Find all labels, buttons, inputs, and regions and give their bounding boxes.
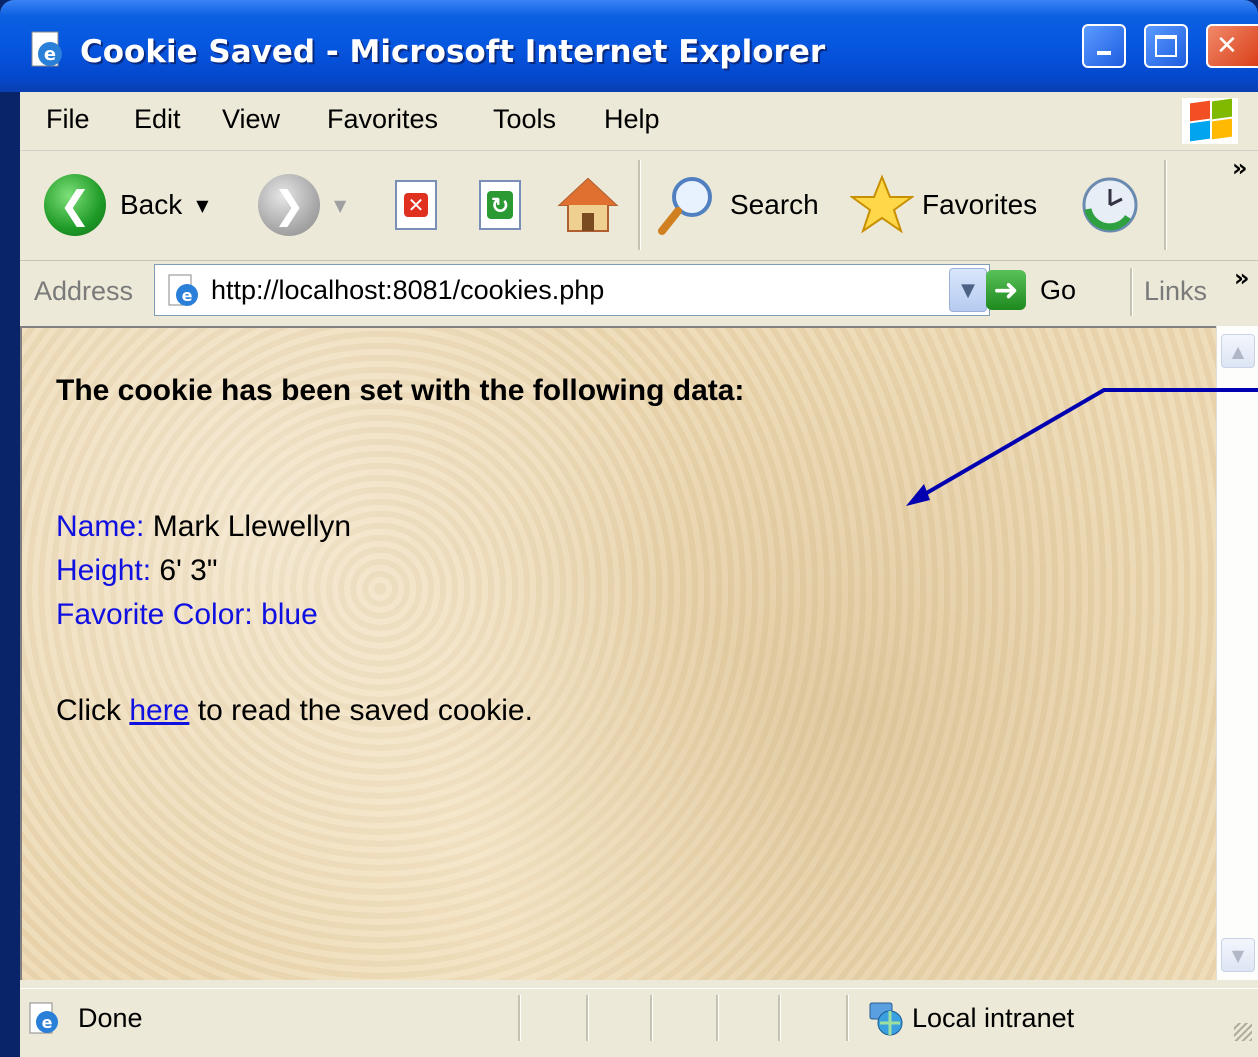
height-label: Height:: [56, 554, 152, 587]
address-separator: [1130, 268, 1133, 316]
local-intranet-icon: [869, 1002, 903, 1036]
status-text: Done: [78, 1003, 143, 1033]
address-dropdown-icon[interactable]: ▼: [949, 268, 987, 312]
scroll-down-icon[interactable]: ▼: [1221, 938, 1255, 972]
menu-view[interactable]: View: [222, 104, 280, 135]
address-label: Address: [34, 276, 134, 306]
window-title: Cookie Saved - Microsoft Internet Explor…: [80, 34, 826, 70]
ie-page-icon: e: [168, 274, 198, 306]
history-button[interactable]: [1078, 150, 1142, 260]
status-separator: [650, 995, 653, 1041]
links-overflow-chevron[interactable]: »: [1234, 264, 1250, 292]
search-label: Search: [730, 189, 819, 220]
page-content: The cookie has been set with the followi…: [20, 326, 1216, 980]
search-button[interactable]: Search: [656, 150, 819, 260]
close-icon: ✕: [1216, 31, 1238, 61]
vertical-scrollbar[interactable]: ▲ ▼: [1216, 326, 1258, 980]
menu-bar: File Edit View Favorites Tools Help: [20, 92, 1258, 151]
status-separator: [716, 995, 719, 1041]
resize-grip-icon[interactable]: [1234, 1023, 1252, 1041]
click-suffix: to read the saved cookie.: [197, 694, 533, 727]
name-value: Mark Llewellyn: [152, 510, 352, 543]
home-button[interactable]: [556, 150, 620, 260]
menu-edit[interactable]: Edit: [134, 104, 181, 135]
maximize-icon: [1146, 26, 1186, 66]
refresh-button[interactable]: ↻: [474, 150, 526, 260]
stop-icon: ✕: [395, 180, 437, 230]
svg-text:↻: ↻: [491, 194, 509, 219]
height-value: 6' 3": [159, 554, 218, 587]
forward-arrow-icon: ❯: [258, 174, 320, 236]
click-prefix: Click: [56, 694, 121, 727]
svg-text:e: e: [44, 44, 56, 65]
color-line: Favorite Color: blue: [56, 598, 318, 632]
menu-file[interactable]: File: [46, 104, 90, 135]
back-dropdown-icon[interactable]: ▼: [196, 196, 208, 215]
go-label: Go: [1040, 274, 1077, 305]
links-button[interactable]: Links: [1144, 276, 1207, 307]
status-separator: [778, 995, 781, 1041]
status-bar: e Done Local intranet: [20, 988, 1258, 1045]
stop-button[interactable]: ✕: [390, 150, 442, 260]
toolbar-separator: [1164, 160, 1167, 250]
address-bar: Address e http://localhost:8081/cookies.…: [20, 262, 1258, 322]
menu-favorites[interactable]: Favorites: [327, 104, 438, 135]
favorites-label: Favorites: [922, 189, 1038, 220]
scroll-up-icon[interactable]: ▲: [1221, 334, 1255, 368]
windows-logo-icon: [1182, 98, 1238, 144]
minimize-button[interactable]: [1082, 24, 1126, 68]
name-line: Name: Mark Llewellyn: [56, 510, 351, 544]
read-cookie-link[interactable]: here: [129, 694, 189, 727]
forward-dropdown-icon[interactable]: ▼: [334, 196, 346, 215]
back-button[interactable]: ❮ Back ▼: [44, 150, 209, 260]
maximize-button[interactable]: [1144, 24, 1188, 68]
click-line: Click here to read the saved cookie.: [56, 694, 533, 728]
close-button[interactable]: ✕: [1206, 24, 1258, 68]
title-bar[interactable]: e Cookie Saved - Microsoft Internet Expl…: [0, 0, 1258, 92]
minimize-icon: [1084, 26, 1124, 66]
svg-text:✕: ✕: [408, 193, 425, 217]
status-separator: [586, 995, 589, 1041]
status-separator: [846, 995, 849, 1041]
menu-tools[interactable]: Tools: [493, 104, 556, 135]
go-arrow-icon: ➜: [986, 270, 1026, 310]
search-icon: [658, 177, 712, 235]
browser-window: e Cookie Saved - Microsoft Internet Expl…: [0, 0, 1258, 1057]
address-url[interactable]: http://localhost:8081/cookies.php: [211, 275, 604, 306]
zone-text: Local intranet: [912, 1003, 1075, 1033]
standard-toolbar: ❮ Back ▼ ❯ ▼ ✕ ↻ Search Favorites »: [20, 150, 1258, 261]
history-icon: [1082, 177, 1138, 233]
go-button[interactable]: ➜ Go: [986, 270, 1076, 310]
address-input[interactable]: e http://localhost:8081/cookies.php ▼: [154, 264, 990, 316]
refresh-icon: ↻: [479, 180, 521, 230]
name-label: Name:: [56, 510, 145, 543]
home-icon: [557, 177, 619, 232]
browser-frame: File Edit View Favorites Tools Help ❮ Ba…: [20, 92, 1258, 1057]
toolbar-overflow-chevron[interactable]: »: [1232, 154, 1248, 182]
status-separator: [518, 995, 521, 1041]
color-value: blue: [261, 598, 318, 631]
forward-button[interactable]: ❯ ▼: [258, 150, 346, 260]
back-arrow-icon: ❮: [44, 174, 106, 236]
height-line: Height: 6' 3": [56, 554, 218, 588]
toolbar-separator: [638, 160, 641, 250]
page-heading: The cookie has been set with the followi…: [56, 374, 745, 407]
back-label: Back: [120, 189, 183, 220]
svg-text:e: e: [182, 286, 193, 305]
svg-text:e: e: [42, 1013, 53, 1032]
favorites-button[interactable]: Favorites: [850, 150, 1037, 260]
color-label: Favorite Color:: [56, 598, 253, 631]
menu-help[interactable]: Help: [604, 104, 660, 135]
favorites-star-icon: [850, 174, 914, 234]
ie-page-icon: e: [29, 1002, 58, 1034]
ie-page-icon: e: [31, 31, 62, 67]
